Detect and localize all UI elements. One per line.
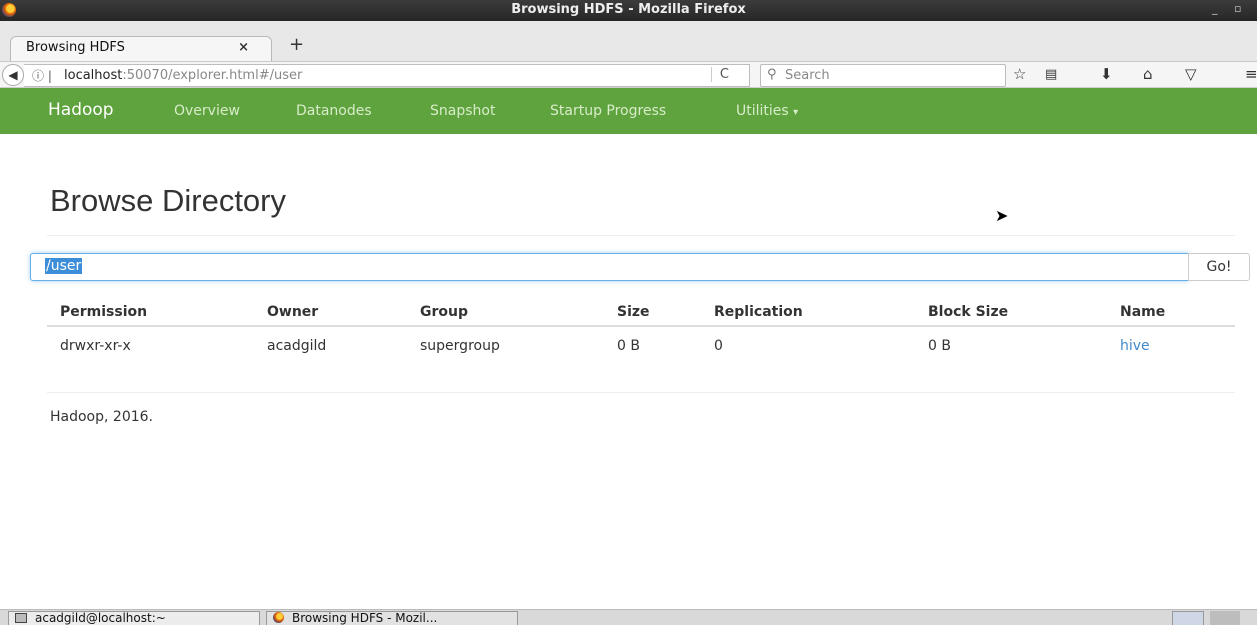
- directory-path-input[interactable]: /user: [30, 253, 1189, 281]
- col-header-group[interactable]: Group: [420, 304, 468, 320]
- col-header-name[interactable]: Name: [1120, 304, 1165, 320]
- nav-datanodes[interactable]: Datanodes: [296, 103, 372, 119]
- search-placeholder: Search: [785, 68, 830, 83]
- page-title: Browse Directory: [50, 183, 286, 218]
- navigation-toolbar: ◀ ⓘ | localhost:50070/explorer.html#/use…: [0, 61, 1257, 88]
- maximize-button[interactable]: ▫: [1234, 2, 1241, 15]
- cell-group: supergroup: [420, 338, 500, 354]
- hadoop-brand[interactable]: Hadoop: [48, 100, 114, 120]
- taskbar-item-label: acadgild@localhost:~: [35, 611, 166, 625]
- table-row: drwxr-xr-x acadgild supergroup 0 B 0 0 B…: [47, 327, 1235, 363]
- col-header-block-size[interactable]: Block Size: [928, 304, 1008, 320]
- taskbar: acadgild@localhost:~ Browsing HDFS - Moz…: [0, 609, 1257, 625]
- bookmark-star-icon[interactable]: ☆: [1013, 65, 1026, 83]
- minimize-button[interactable]: _: [1212, 2, 1218, 15]
- menu-icon[interactable]: ≡: [1245, 65, 1257, 83]
- mouse-cursor-icon: ➤: [995, 206, 1009, 225]
- col-header-permission[interactable]: Permission: [60, 304, 147, 320]
- cell-owner: acadgild: [267, 338, 327, 354]
- directory-table: Permission Owner Group Size Replication …: [47, 298, 1235, 363]
- cell-size: 0 B: [617, 338, 640, 354]
- table-header-row: Permission Owner Group Size Replication …: [47, 298, 1235, 327]
- url-path: :50070/explorer.html#/user: [122, 68, 303, 83]
- pocket-icon[interactable]: ▽: [1185, 65, 1197, 83]
- divider: [47, 392, 1235, 393]
- nav-snapshot[interactable]: Snapshot: [430, 103, 495, 119]
- window-title-bar: Browsing HDFS - Mozilla Firefox _ ▫: [0, 0, 1257, 21]
- nav-startup-progress[interactable]: Startup Progress: [550, 103, 666, 119]
- nav-utilities[interactable]: Utilities ▾: [736, 103, 798, 119]
- taskbar-item-label: Browsing HDFS - Mozil...: [292, 611, 438, 625]
- chevron-down-icon: ▾: [793, 107, 799, 118]
- tab-label: Browsing HDFS: [26, 40, 125, 55]
- back-arrow-icon: ◀: [8, 68, 18, 82]
- search-box[interactable]: ⚲ Search: [760, 64, 1006, 87]
- reload-icon[interactable]: C: [710, 67, 729, 82]
- url-host: localhost: [64, 68, 123, 83]
- cell-name-link[interactable]: hive: [1120, 338, 1150, 354]
- col-header-size[interactable]: Size: [617, 304, 650, 320]
- url-text[interactable]: localhost:50070/explorer.html#/user: [64, 68, 302, 83]
- divider: [47, 235, 1235, 236]
- back-button[interactable]: ◀: [2, 64, 24, 86]
- taskbar-item-terminal[interactable]: acadgild@localhost:~: [8, 611, 260, 625]
- firefox-icon: [273, 612, 284, 623]
- download-icon[interactable]: ⬇: [1100, 65, 1113, 83]
- nav-overview[interactable]: Overview: [174, 103, 240, 119]
- cell-replication: 0: [714, 338, 723, 354]
- site-info-icon[interactable]: ⓘ |: [32, 67, 52, 84]
- tab-strip: Browsing HDFS × +: [0, 21, 1257, 62]
- tray-firefox-icon[interactable]: [1172, 611, 1204, 625]
- tab-browsing-hdfs[interactable]: Browsing HDFS ×: [10, 36, 272, 62]
- go-button[interactable]: Go!: [1188, 253, 1250, 281]
- nav-utilities-label: Utilities: [736, 103, 789, 119]
- cell-block-size: 0 B: [928, 338, 951, 354]
- reader-icon[interactable]: ▤: [1045, 67, 1057, 82]
- path-input-value: /user: [45, 258, 83, 274]
- home-icon[interactable]: ⌂: [1143, 65, 1153, 83]
- taskbar-item-firefox[interactable]: Browsing HDFS - Mozil...: [266, 611, 518, 625]
- col-header-owner[interactable]: Owner: [267, 304, 318, 320]
- search-icon: ⚲: [767, 67, 777, 82]
- terminal-icon: [15, 613, 27, 623]
- tab-close-icon[interactable]: ×: [238, 40, 249, 55]
- tray-area[interactable]: [1210, 611, 1240, 625]
- footer-text: Hadoop, 2016.: [50, 409, 153, 425]
- url-bar[interactable]: ⓘ | localhost:50070/explorer.html#/user …: [24, 64, 750, 87]
- window-title: Browsing HDFS - Mozilla Firefox: [511, 2, 746, 17]
- col-header-replication[interactable]: Replication: [714, 304, 803, 320]
- hadoop-navbar: Hadoop Overview Datanodes Snapshot Start…: [0, 88, 1257, 134]
- new-tab-button[interactable]: +: [289, 34, 304, 55]
- cell-permission: drwxr-xr-x: [60, 338, 131, 354]
